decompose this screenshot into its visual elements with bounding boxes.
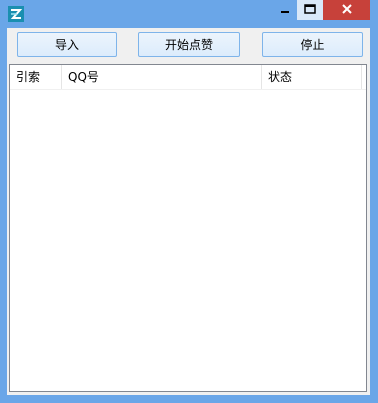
list-header: 引索 QQ号 状态	[10, 65, 366, 90]
client-area: 导入 开始点赞 停止 引索 QQ号 状态	[7, 28, 370, 395]
minimize-button[interactable]	[274, 0, 296, 20]
column-header-index[interactable]: 引索	[10, 65, 62, 89]
app-icon	[8, 6, 24, 22]
column-header-qq[interactable]: QQ号	[62, 65, 262, 89]
title-bar[interactable]	[0, 0, 378, 28]
app-window: 导入 开始点赞 停止 引索 QQ号 状态	[0, 0, 378, 403]
maximize-button[interactable]	[297, 0, 323, 20]
qq-list-view[interactable]: 引索 QQ号 状态	[9, 64, 367, 392]
close-icon	[341, 3, 353, 18]
minimize-icon	[280, 3, 290, 17]
stop-button[interactable]: 停止	[262, 32, 363, 57]
maximize-icon	[304, 3, 316, 17]
start-like-button[interactable]: 开始点赞	[138, 32, 240, 57]
column-header-status[interactable]: 状态	[262, 65, 362, 89]
close-button[interactable]	[323, 0, 370, 20]
import-button[interactable]: 导入	[17, 32, 117, 57]
